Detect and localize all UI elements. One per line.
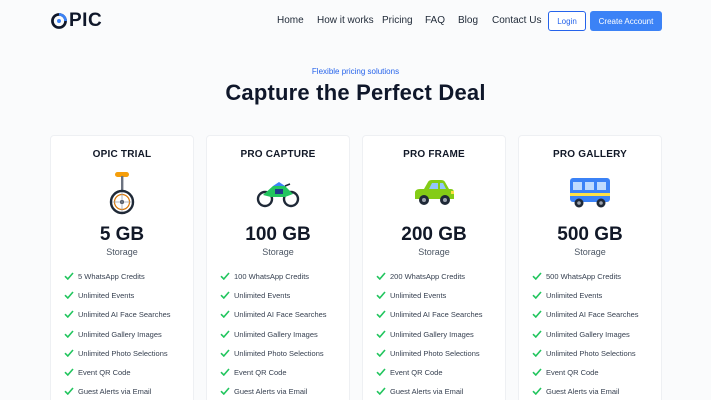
feature-item: Unlimited Photo Selections: [220, 347, 324, 359]
check-icon: [376, 291, 386, 299]
page-title: Capture the Perfect Deal: [225, 80, 486, 105]
plan-name: PRO GALLERY: [552, 149, 628, 160]
plan-card-frame: PRO FRAME 200 GB Storage 200 WhatsApp Cr…: [362, 135, 506, 400]
plan-storage-label: Storage: [262, 247, 294, 257]
feature-item: Event QR Code: [64, 366, 131, 378]
plan-card-capture: PRO CAPTURE 100 GB Storage 100 WhatsApp …: [206, 135, 350, 400]
feature-item: Unlimited Photo Selections: [64, 347, 168, 359]
check-icon: [220, 330, 230, 338]
plan-name: OPIC TRIAL: [92, 149, 152, 160]
check-icon: [532, 368, 542, 376]
nav-blog[interactable]: Blog: [458, 15, 478, 27]
check-icon: [220, 368, 230, 376]
feature-item: Unlimited AI Face Searches: [220, 308, 327, 320]
feature-item: Unlimited AI Face Searches: [64, 308, 171, 320]
plan-card-trial: OPIC TRIAL 5 GB Storage 5 WhatsApp Credi…: [50, 135, 194, 400]
check-icon: [376, 330, 386, 338]
check-icon: [220, 310, 230, 318]
check-icon: [376, 272, 386, 280]
plan-storage-label: Storage: [106, 247, 138, 257]
plan-name: PRO CAPTURE: [240, 149, 316, 160]
check-icon: [532, 272, 542, 280]
login-button[interactable]: Login: [548, 11, 586, 31]
feature-item: Unlimited Photo Selections: [376, 347, 480, 359]
feature-item: Guest Alerts via Email: [220, 385, 307, 397]
nav-how-it-works[interactable]: How it works: [317, 15, 374, 27]
check-icon: [64, 349, 74, 357]
feature-item: 200 WhatsApp Credits: [376, 270, 465, 282]
check-icon: [532, 330, 542, 338]
feature-item: Event QR Code: [532, 366, 599, 378]
check-icon: [376, 368, 386, 376]
feature-item: 5 WhatsApp Credits: [64, 270, 145, 282]
check-icon: [64, 272, 74, 280]
feature-item: Unlimited Events: [376, 289, 446, 301]
check-icon: [532, 387, 542, 395]
feature-item: 100 WhatsApp Credits: [220, 270, 309, 282]
plan-storage-size: 5 GB: [99, 224, 145, 245]
check-icon: [64, 291, 74, 299]
check-icon: [64, 387, 74, 395]
unicycle-icon: [51, 170, 193, 216]
check-icon: [64, 368, 74, 376]
feature-item: Event QR Code: [220, 366, 287, 378]
feature-item: Guest Alerts via Email: [532, 385, 619, 397]
feature-item: Guest Alerts via Email: [64, 385, 151, 397]
feature-item: 500 WhatsApp Credits: [532, 270, 621, 282]
check-icon: [532, 310, 542, 318]
check-icon: [532, 349, 542, 357]
feature-item: Unlimited Gallery Images: [64, 328, 162, 340]
plan-storage-size: 500 GB: [557, 224, 623, 245]
plan-card-gallery: PRO GALLERY 500 GB Storage 500 WhatsApp …: [518, 135, 662, 400]
feature-item: Guest Alerts via Email: [376, 385, 463, 397]
feature-item: Unlimited Gallery Images: [532, 328, 630, 340]
nav-faq[interactable]: FAQ: [425, 15, 445, 27]
plan-name: PRO FRAME: [403, 149, 465, 160]
check-icon: [376, 310, 386, 318]
check-icon: [220, 349, 230, 357]
feature-item: Unlimited Events: [64, 289, 134, 301]
check-icon: [64, 330, 74, 338]
feature-item: Unlimited Photo Selections: [532, 347, 636, 359]
feature-item: Unlimited Events: [532, 289, 602, 301]
check-icon: [376, 387, 386, 395]
feature-item: Unlimited AI Face Searches: [376, 308, 483, 320]
feature-item: Unlimited Gallery Images: [376, 328, 474, 340]
nav-home[interactable]: Home: [277, 15, 304, 27]
top-navbar: PIC Home How it works Pricing FAQ Blog C…: [0, 0, 711, 42]
check-icon: [532, 291, 542, 299]
feature-item: Event QR Code: [376, 366, 443, 378]
motorbike-icon: [207, 170, 349, 216]
check-icon: [220, 387, 230, 395]
create-account-button[interactable]: Create Account: [590, 11, 662, 31]
check-icon: [220, 291, 230, 299]
feature-item: Unlimited Events: [220, 289, 290, 301]
check-icon: [220, 272, 230, 280]
plan-storage-label: Storage: [574, 247, 606, 257]
plan-storage-size: 200 GB: [401, 224, 467, 245]
check-icon: [64, 310, 74, 318]
check-icon: [376, 349, 386, 357]
feature-item: Unlimited Gallery Images: [220, 328, 318, 340]
plan-storage-label: Storage: [418, 247, 450, 257]
nav-pricing[interactable]: Pricing: [382, 15, 413, 27]
plan-storage-size: 100 GB: [245, 224, 311, 245]
bus-icon: [519, 170, 661, 216]
feature-item: Unlimited AI Face Searches: [532, 308, 639, 320]
car-icon: [363, 170, 505, 216]
nav-contact-us[interactable]: Contact Us: [492, 15, 541, 27]
pricing-eyebrow: Flexible pricing solutions: [311, 67, 400, 76]
